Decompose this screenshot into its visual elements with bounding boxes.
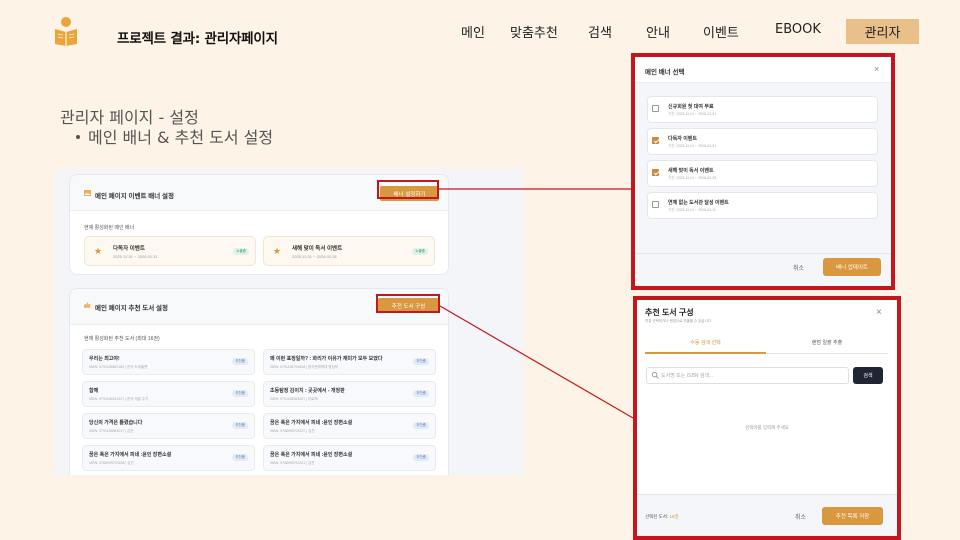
book-settings-card: 메인 페이지 추천 도서 설정 추천 도서 구성 현재 활성화된 추천 도서 (… (69, 288, 449, 475)
book-title: 꿈은 혹은 가지에서 피네 :윤인 장편소설 (270, 420, 353, 426)
recommend-badge: 추천중 (232, 358, 248, 365)
highlight-banner-button (377, 180, 439, 199)
banner-card-title: 메인 페이지 이벤트 배너 설정 (95, 193, 174, 200)
highlight-book-button (376, 294, 440, 313)
image-icon (84, 190, 91, 196)
recommended-book-item[interactable]: 당신의 가격은 틀렸습니다 ISBN: 9791165883017 | 김찬 추천중 (82, 413, 255, 439)
recommend-badge: 추천중 (413, 390, 429, 397)
recommended-book-item[interactable]: 왜 이런 표정일까? : 화리가 이유가 재미가 모두 모였다 ISBN: 979… (263, 349, 436, 375)
recommend-badge: 추천중 (232, 422, 248, 429)
recommend-badge: 추천중 (413, 358, 429, 365)
banner-name: 다독자 이벤트 (113, 246, 145, 252)
banner-active-label: 현재 활성화된 메인 배너 (84, 225, 135, 231)
section-bullet: 메인 배너 & 추천 도서 설정 (76, 124, 273, 148)
recommend-badge: 추천중 (413, 454, 429, 461)
highlight-banner-modal (631, 53, 895, 290)
nav-recommend[interactable]: 맞춤추천 (510, 22, 558, 41)
nav-event[interactable]: 이벤트 (703, 22, 739, 41)
recommended-book-item[interactable]: 꿈은 혹은 가지에서 피네 :윤인 장편소설 ISBN: 978899970415… (263, 413, 436, 439)
book-card-title: 메인 페이지 추천 도서 설정 (95, 305, 169, 312)
book-isbn: ISBN: 9791165321427 | 한국 재발 주거 (89, 397, 149, 401)
banner-date: 2025.12.01 ~ 2026.02.28 (292, 254, 337, 259)
book-title: 꿈은 혹은 가지에서 피네 :윤인 장편소설 (270, 452, 353, 458)
book-title: 우리는 최고야! (89, 356, 120, 362)
recommended-book-item[interactable]: 우리는 최고야! ISBN: 9791165883180 | 한국 도재필름 추천중 (82, 349, 255, 375)
star-icon: ★ (94, 246, 103, 256)
recommend-badge: 추천중 (232, 390, 248, 397)
recommended-book-item[interactable]: 함께 ISBN: 9791165321427 | 한국 재발 주거 추천중 (82, 381, 255, 407)
recommend-badge: 추천중 (232, 454, 248, 461)
book-title: 당신의 가격은 틀렸습니다 (89, 420, 143, 426)
nav-main[interactable]: 메인 (461, 22, 485, 41)
book-reader-logo-icon (55, 17, 77, 46)
status-badge: 노출중 (233, 248, 249, 255)
bullet-dot (76, 134, 80, 139)
recommended-book-item[interactable]: 꿈은 혹은 가지에서 피네 :윤인 장편소설 ISBN: 978899970451… (263, 445, 436, 471)
nav-guide[interactable]: 안내 (646, 22, 670, 41)
admin-settings-screenshot: 메인 페이지 이벤트 배너 설정 배너 설정하기 현재 활성화된 메인 배너 ★… (54, 169, 523, 475)
slide-title: 프로젝트 결과: 관리자페이지 (117, 31, 278, 47)
book-isbn: ISBN: 9791155364007 | 미로책 (270, 397, 318, 401)
book-isbn: ISBN: 9788999704157 | 김찬 (270, 429, 315, 433)
book-title: 초등탐정 김이지 : 곳곳에서 - 개정판 (270, 388, 345, 394)
book-isbn: ISBN: 9788999704188 | 김찬 (89, 461, 134, 465)
book-active-label: 현재 활성화된 추천 도서 (최대 16권) (84, 336, 160, 342)
star-icon: ★ (273, 246, 282, 256)
nav-admin[interactable]: 관리자 (846, 19, 919, 44)
nav-search[interactable]: 검색 (588, 22, 612, 41)
book-isbn: ISBN: 9791155791848 | 한국문예학대 명집부 (270, 365, 338, 369)
book-isbn: ISBN: 9791165883017 | 김찬 (89, 429, 134, 433)
active-banner-item[interactable]: ★ 새해 맞이 독서 이벤트 2025.12.01 ~ 2026.02.28 노… (263, 236, 435, 266)
thumbs-up-icon (84, 302, 91, 308)
recommended-book-item[interactable]: 초등탐정 김이지 : 곳곳에서 - 개정판 ISBN: 9791155364007… (263, 381, 436, 407)
book-title: 왜 이런 표정일까? : 화리가 이유가 재미가 모두 모였다 (270, 356, 383, 362)
recommend-badge: 추천중 (413, 422, 429, 429)
banner-name: 새해 맞이 독서 이벤트 (292, 246, 343, 252)
status-badge: 노출중 (412, 248, 428, 255)
nav-ebook[interactable]: EBOOK (775, 22, 821, 37)
book-title: 함께 (89, 388, 99, 394)
book-isbn: ISBN: 9791165883180 | 한국 도재필름 (89, 365, 148, 369)
active-banner-item[interactable]: ★ 다독자 이벤트 2025.12.01 ~ 2026.01.31 노출중 (84, 236, 256, 266)
highlight-book-modal (633, 296, 901, 540)
recommended-book-item[interactable]: 꿈은 혹은 가지에서 피네 :윤인 장편소설 ISBN: 978899970418… (82, 445, 255, 471)
book-title: 꿈은 혹은 가지에서 피네 :윤인 장편소설 (89, 452, 172, 458)
section-bullet-text: 메인 배너 & 추천 도서 설정 (88, 128, 274, 147)
book-isbn: ISBN: 9788999704511 | 김찬 (270, 461, 315, 465)
banner-date: 2025.12.01 ~ 2026.01.31 (113, 254, 158, 259)
